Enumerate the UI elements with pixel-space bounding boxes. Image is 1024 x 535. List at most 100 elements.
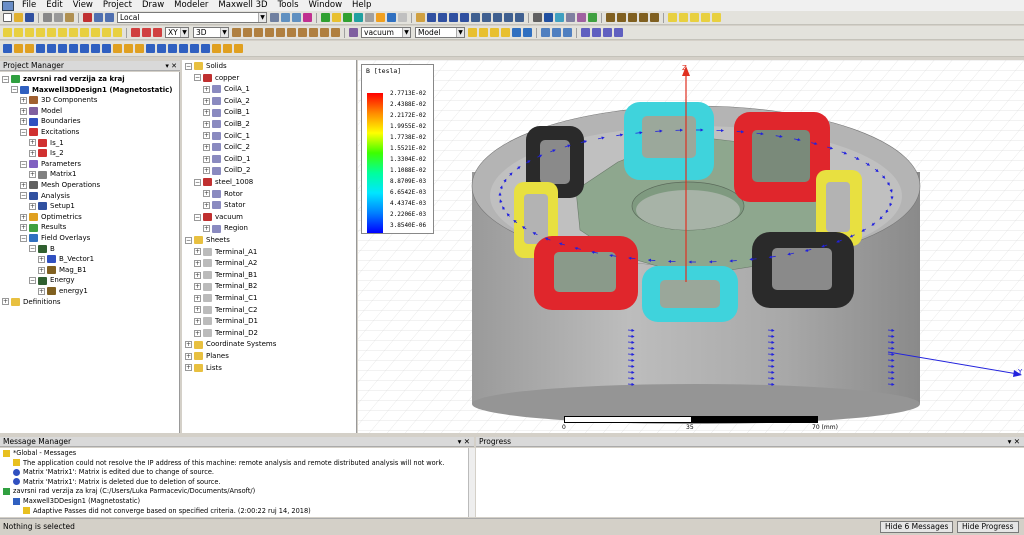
subtract-icon[interactable]: [142, 28, 151, 37]
project-tree-item[interactable]: + B_Vector1: [38, 254, 94, 265]
panel-controls[interactable]: ▾ ✕: [458, 437, 470, 447]
equation-curve-icon[interactable]: [650, 13, 659, 22]
box-icon[interactable]: [3, 28, 12, 37]
validate-icon[interactable]: [321, 13, 330, 22]
boundary-icon[interactable]: [14, 44, 23, 53]
setup-icon[interactable]: [91, 44, 100, 53]
relative-cs-icon[interactable]: [592, 28, 601, 37]
inductance-icon[interactable]: [58, 44, 67, 53]
model-tree-item[interactable]: − Sheets: [185, 235, 230, 246]
sweep-icon[interactable]: [232, 28, 241, 37]
sweep-setup-icon[interactable]: [102, 44, 111, 53]
expand-toggle-icon[interactable]: −: [29, 245, 36, 253]
rotate-y-icon[interactable]: [449, 13, 458, 22]
light-icon[interactable]: [577, 13, 586, 22]
shade-icon[interactable]: [588, 13, 597, 22]
expand-toggle-icon[interactable]: +: [194, 283, 201, 291]
expand-toggle-icon[interactable]: +: [20, 224, 27, 232]
expand-toggle-icon[interactable]: +: [203, 190, 210, 198]
optimize-icon[interactable]: [398, 13, 407, 22]
expand-toggle-icon[interactable]: +: [20, 181, 27, 189]
rotate-icon[interactable]: [427, 13, 436, 22]
expand-toggle-icon[interactable]: −: [20, 128, 27, 136]
expand-toggle-icon[interactable]: −: [2, 75, 9, 83]
circle-icon[interactable]: [679, 13, 688, 22]
force-icon[interactable]: [36, 44, 45, 53]
expand-toggle-icon[interactable]: +: [185, 364, 192, 372]
menu-project[interactable]: Project: [98, 0, 137, 11]
expand-toggle-icon[interactable]: +: [194, 329, 201, 337]
expand-toggle-icon[interactable]: +: [38, 287, 45, 295]
expand-toggle-icon[interactable]: +: [20, 96, 27, 104]
material-icon[interactable]: [349, 28, 358, 37]
model-tree-item[interactable]: − copper: [194, 73, 239, 84]
expand-toggle-icon[interactable]: +: [203, 201, 210, 209]
script-icon[interactable]: [212, 44, 221, 53]
measure-mode-icon[interactable]: [512, 28, 521, 37]
model-tree-item[interactable]: − Solids: [185, 61, 227, 72]
paste-icon[interactable]: [65, 13, 74, 22]
zoom-out-icon[interactable]: [493, 13, 502, 22]
message-line[interactable]: Matrix 'Matrix1': Matrix is edited due t…: [13, 468, 214, 478]
expand-toggle-icon[interactable]: −: [29, 277, 36, 285]
bondwire-icon[interactable]: [69, 28, 78, 37]
expand-toggle-icon[interactable]: +: [203, 85, 210, 93]
project-tree-item[interactable]: + Optimetrics: [20, 212, 82, 223]
expand-toggle-icon[interactable]: +: [203, 225, 210, 233]
statistical-icon[interactable]: [135, 44, 144, 53]
material-select[interactable]: vacuum ▼: [361, 27, 411, 38]
model-tree-item[interactable]: + Terminal_C1: [194, 293, 257, 304]
project-tree-item[interactable]: − Field Overlays: [20, 233, 90, 244]
message-line[interactable]: Maxwell3DDesign1 (Magnetostatic): [13, 497, 140, 507]
model-tree-item[interactable]: + Lists: [185, 363, 222, 374]
expand-toggle-icon[interactable]: +: [185, 341, 192, 349]
mesh-op-icon[interactable]: [25, 44, 34, 53]
expand-toggle-icon[interactable]: −: [194, 178, 201, 186]
expand-toggle-icon[interactable]: +: [2, 298, 9, 306]
menu-window[interactable]: Window: [304, 0, 348, 11]
snap-icon[interactable]: [292, 13, 301, 22]
model-tree-item[interactable]: − vacuum: [194, 212, 243, 223]
fields-icon[interactable]: [387, 13, 396, 22]
expand-toggle-icon[interactable]: +: [38, 266, 45, 274]
project-tree-item[interactable]: − Excitations: [20, 127, 79, 138]
rectangle-icon[interactable]: [668, 13, 677, 22]
regular-polyhedron-icon[interactable]: [91, 28, 100, 37]
model-tree-item[interactable]: + CoilC_2: [203, 142, 250, 153]
movement-mode-icon[interactable]: [563, 28, 572, 37]
hide-progress-button[interactable]: Hide Progress: [957, 521, 1019, 533]
check-icon[interactable]: [343, 13, 352, 22]
expand-toggle-icon[interactable]: +: [203, 132, 210, 140]
move-icon[interactable]: [298, 28, 307, 37]
expand-toggle-icon[interactable]: +: [20, 213, 27, 221]
model-tree-item[interactable]: + CoilA_2: [203, 96, 250, 107]
model-tree-item[interactable]: + CoilB_2: [203, 119, 250, 130]
field-calculator-icon[interactable]: [146, 44, 155, 53]
grid-icon[interactable]: [281, 13, 290, 22]
object-cs-icon[interactable]: [614, 28, 623, 37]
separate-icon[interactable]: [265, 28, 274, 37]
project-tree-item[interactable]: − Parameters: [20, 159, 81, 170]
message-line[interactable]: zavrsni rad verzija za kraj (C:/Users/Lu…: [3, 487, 255, 497]
panel-controls[interactable]: ▾ ✕: [165, 61, 177, 71]
expand-toggle-icon[interactable]: +: [194, 271, 201, 279]
model-tree-item[interactable]: + Terminal_B1: [194, 270, 257, 281]
rotate-z-icon[interactable]: [460, 13, 469, 22]
expand-toggle-icon[interactable]: +: [29, 149, 36, 157]
expand-toggle-icon[interactable]: −: [20, 160, 27, 168]
project-tree-item[interactable]: + Results: [20, 222, 66, 233]
select-object-icon[interactable]: [468, 28, 477, 37]
project-tree-item[interactable]: + energy1: [38, 286, 88, 297]
project-tree-item[interactable]: + Boundaries: [20, 116, 80, 127]
ellipse-icon[interactable]: [690, 13, 699, 22]
save-icon[interactable]: [25, 13, 34, 22]
menu-help[interactable]: Help: [347, 0, 376, 11]
duplicate-icon[interactable]: [331, 28, 340, 37]
undo-icon[interactable]: [94, 13, 103, 22]
region-icon[interactable]: [712, 13, 721, 22]
sphere-icon[interactable]: [25, 28, 34, 37]
open-icon[interactable]: [14, 13, 23, 22]
model-tree-item[interactable]: + CoilA_1: [203, 84, 250, 95]
expand-toggle-icon[interactable]: +: [203, 155, 210, 163]
model-tree-item[interactable]: + Terminal_D1: [194, 316, 258, 327]
